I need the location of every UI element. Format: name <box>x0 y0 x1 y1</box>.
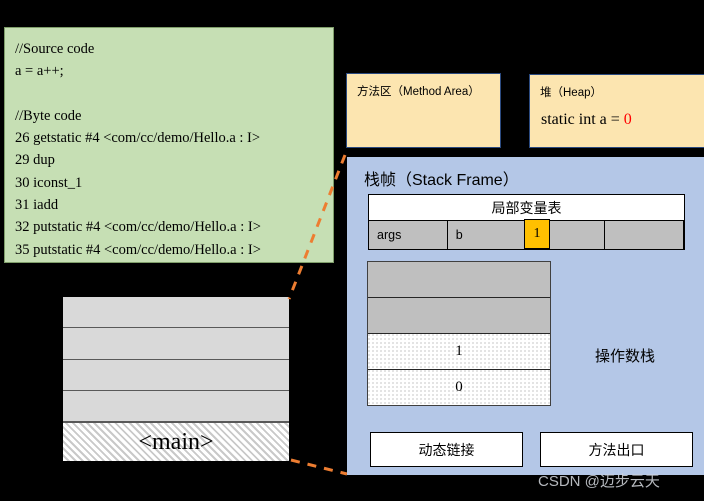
stack-slot-main: <main> <box>63 422 289 461</box>
stack-slot <box>63 359 289 391</box>
lvt-cell-empty-2 <box>605 221 684 249</box>
lvt-value-badge: 1 <box>524 219 550 249</box>
code-line: a = a++; <box>15 63 64 80</box>
code-line: //Source code <box>15 41 95 57</box>
operand-stack-label: 操作数栈 <box>595 348 656 365</box>
diagram-canvas: //Source code a = a++; //Byte code 26 ge… <box>0 0 704 501</box>
heap-static-variable: static int a = 0 <box>541 111 632 129</box>
operand-stack-slot <box>368 262 550 298</box>
source-code-panel: //Source code a = a++; //Byte code 26 ge… <box>4 27 334 263</box>
code-line: 35 putstatic #4 <com/cc/demo/Hello.a : I… <box>15 241 261 258</box>
call-stack: <main> <box>62 296 290 462</box>
operand-stack-slot: 1 <box>368 334 550 370</box>
operand-stack-slot <box>368 298 550 334</box>
code-line: 29 dup <box>15 152 55 169</box>
watermark: CSDN @迈步云天 <box>538 473 660 490</box>
heap-title: 堆（Heap） <box>540 87 602 99</box>
stack-slot <box>63 297 289 329</box>
stack-frame-panel: 栈帧（Stack Frame） 局部变量表 args b 1 1 0 操作数栈 … <box>347 157 704 475</box>
code-line: 26 getstatic #4 <com/cc/demo/Hello.a : I… <box>15 130 261 147</box>
code-line: 32 putstatic #4 <com/cc/demo/Hello.a : I… <box>15 219 261 236</box>
code-line: 31 iadd <box>15 197 59 214</box>
code-line: //Byte code <box>15 107 82 124</box>
heap-box: 堆（Heap） static int a = 0 <box>529 74 704 148</box>
local-variable-table-row: args b 1 <box>369 219 684 249</box>
operand-stack: 1 0 <box>367 261 551 406</box>
stack-frame-title: 栈帧（Stack Frame） <box>364 172 519 189</box>
dynamic-link-box: 动态链接 <box>370 432 523 467</box>
method-exit-box: 方法出口 <box>540 432 693 467</box>
stack-slot <box>63 328 289 360</box>
operand-stack-slot: 0 <box>368 370 550 405</box>
heap-static-decl: static int a = <box>541 111 624 128</box>
local-variable-table: 局部变量表 args b 1 <box>368 194 685 250</box>
code-line: 30 iconst_1 <box>15 174 83 191</box>
stack-main-label: <main> <box>138 428 214 455</box>
stack-slot <box>63 390 289 422</box>
local-variable-table-header: 局部变量表 <box>369 195 684 221</box>
method-area-box: 方法区（Method Area） <box>346 73 501 148</box>
method-area-title: 方法区（Method Area） <box>357 86 480 98</box>
lvt-cell-args: args <box>369 221 448 249</box>
heap-static-value: 0 <box>623 111 632 128</box>
connector-line-bottom <box>290 458 348 476</box>
lvt-cell-b: b <box>448 221 527 249</box>
